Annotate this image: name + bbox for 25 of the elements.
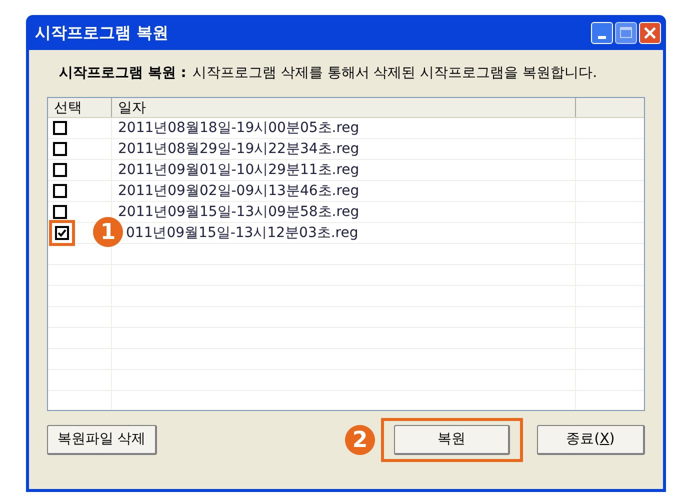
checkbox[interactable]: [53, 184, 67, 198]
window-title: 시작프로그램 복원: [35, 22, 170, 44]
checkbox[interactable]: [53, 205, 67, 219]
maximize-button[interactable]: [615, 22, 637, 44]
file-name[interactable]: 2011년08월29일-19시22분34초.reg: [118, 138, 360, 160]
checkbox[interactable]: [53, 142, 67, 156]
minimize-button[interactable]: [591, 22, 613, 44]
column-header[interactable]: 일자: [112, 98, 576, 117]
column-header[interactable]: 선택: [48, 98, 112, 117]
file-name[interactable]: 2011년08월18일-19시00분05초.reg: [118, 118, 360, 138]
checkbox[interactable]: [53, 121, 67, 135]
close-icon: [644, 26, 656, 38]
dialog-button[interactable]: 종료(X): [537, 425, 645, 455]
description-label: 시작프로그램 복원 :: [59, 64, 186, 83]
file-name[interactable]: 011년09월15일-13시12분03초.reg: [126, 222, 358, 244]
checkbox[interactable]: [53, 163, 67, 177]
close-button[interactable]: [639, 22, 661, 44]
description-text: 시작프로그램 삭제를 통해서 삭제된 시작프로그램을 복원합니다.: [192, 64, 598, 83]
checkbox[interactable]: [55, 226, 69, 240]
dialog-button[interactable]: 복원파일 삭제: [47, 425, 157, 455]
callout-badge: 1: [93, 217, 123, 247]
dialog-button[interactable]: 복원: [394, 425, 510, 455]
callout-badge: 2: [345, 425, 375, 455]
file-name[interactable]: 2011년09월02일-09시13분46초.reg: [118, 180, 360, 202]
file-name[interactable]: 2011년09월01일-10시29분11초.reg: [118, 160, 360, 180]
